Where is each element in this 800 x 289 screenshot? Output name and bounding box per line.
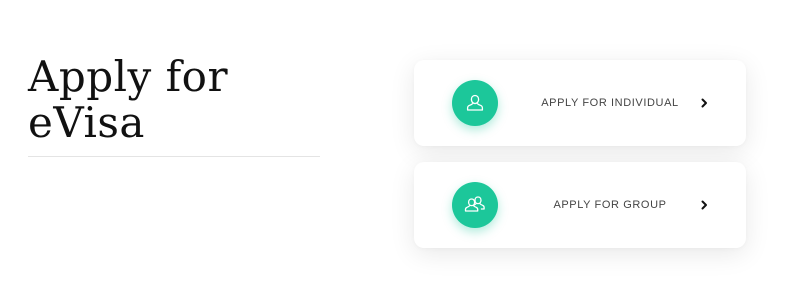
person-icon (466, 94, 484, 111)
page-title: Apply for eVisa (28, 54, 320, 157)
group-icon (464, 196, 485, 212)
page-title-line-1: Apply for (28, 52, 229, 101)
apply-individual-label: APPLY FOR INDIVIDUAL (541, 97, 679, 109)
apply-group-card[interactable]: APPLY FOR GROUP (414, 162, 746, 248)
apply-group-label: APPLY FOR GROUP (553, 199, 667, 211)
chevron-right-icon (698, 97, 710, 109)
chevron-right-icon (698, 199, 710, 211)
page-title-line-2: eVisa (28, 98, 145, 147)
heading-block: Apply for eVisa (28, 54, 320, 157)
individual-icon-badge (452, 80, 498, 126)
apply-individual-card[interactable]: APPLY FOR INDIVIDUAL (414, 60, 746, 146)
group-icon-badge (452, 182, 498, 228)
